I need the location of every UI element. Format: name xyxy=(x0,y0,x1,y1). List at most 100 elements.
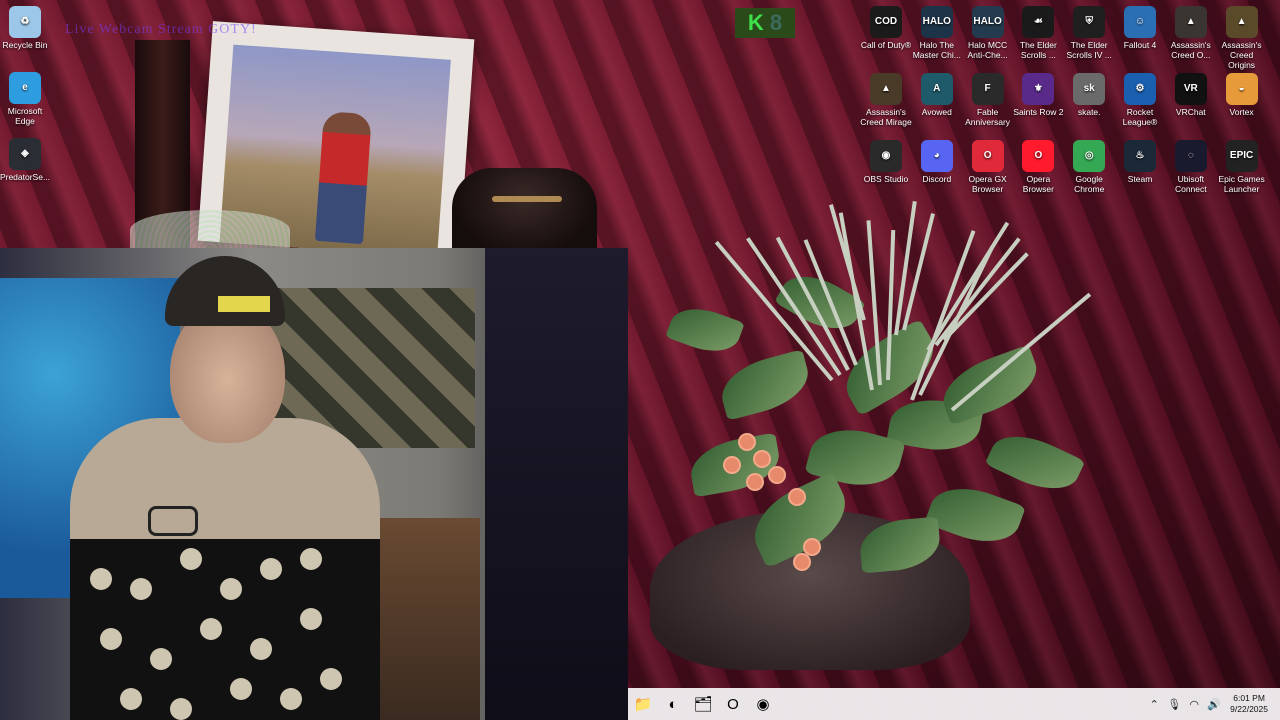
taskbar-obs-button[interactable]: ◉ xyxy=(748,690,778,718)
desktop-icon-right[interactable]: ◉ OBS Studio xyxy=(860,140,912,184)
desktop-icon-label: Assassin's Creed Origins xyxy=(1221,40,1262,70)
app-icon: ◉ xyxy=(870,140,902,172)
desktop-icon-left[interactable]: e Microsoft Edge xyxy=(0,72,51,126)
webcam-cap-band xyxy=(218,296,270,312)
desktop-icon-right[interactable]: EPIC Epic Games Launcher xyxy=(1216,140,1268,194)
desktop-icon-right[interactable]: O Opera GX Browser xyxy=(962,140,1014,194)
desktop-icon-label: Google Chrome xyxy=(1074,174,1105,194)
desktop-icon-right[interactable]: ☙ The Elder Scrolls ... xyxy=(1012,6,1064,60)
app-icon: ☙ xyxy=(1022,6,1055,38)
folder-icon: 🗂 xyxy=(693,696,713,713)
desktop-icon-right[interactable]: ⚜ Saints Row 2 xyxy=(1012,73,1064,117)
desktop-icon-right[interactable]: VR VRChat xyxy=(1165,73,1217,117)
webcam-person-cap xyxy=(165,256,285,326)
webcam-shirt-badge xyxy=(148,506,198,536)
desktop-icon-right[interactable]: sk skate. xyxy=(1063,73,1115,117)
desktop-icon-right[interactable]: ♨ Steam xyxy=(1114,140,1166,184)
plant-flower xyxy=(725,458,739,472)
file-explorer-icon: 📁 xyxy=(633,696,653,713)
desktop-icon-right[interactable]: ◎ Google Chrome xyxy=(1063,140,1115,194)
chevron-up-icon[interactable]: ⌃ xyxy=(1144,698,1164,711)
desktop-icon-right[interactable]: ▲ Assassin's Creed Origins xyxy=(1216,6,1268,70)
desktop-icon-label: Opera GX Browser xyxy=(968,174,1007,194)
desktop-icon-right[interactable]: ▲ Assassin's Creed Mirage xyxy=(860,73,912,127)
desktop-icon-label: Assassin's Creed Mirage xyxy=(860,107,912,127)
taskbar-file-explorer-button[interactable]: 📁 xyxy=(628,690,658,718)
plant-leaf xyxy=(984,423,1086,502)
desktop-icon-label: The Elder Scrolls ... xyxy=(1019,40,1057,60)
desktop-icon-right[interactable]: ◕ Discord xyxy=(911,140,963,184)
desktop-icon-right[interactable]: ◒ Vortex xyxy=(1216,73,1268,117)
desktop-icon-right[interactable]: ⛨ The Elder Scrolls IV ... xyxy=(1063,6,1115,60)
webcam-door xyxy=(485,248,628,720)
desktop-icon-right[interactable]: O Opera Browser xyxy=(1012,140,1064,194)
plant-flower xyxy=(795,555,809,569)
app-icon: O xyxy=(971,140,1004,172)
app-icon: ◌ xyxy=(1174,140,1207,172)
app-icon: VR xyxy=(1174,73,1207,105)
desktop-icon-label: Fable Anniversary xyxy=(965,107,1011,127)
plant-flower xyxy=(755,452,769,466)
stream-logo-ghost: 8 xyxy=(769,10,783,35)
shirt-pattern-coin xyxy=(250,638,272,660)
taskbar: 📁 ◐ 🗂 O ◉ ⌃ 🎙 ◠ 🔊 6:01 PM 9/22/2025 xyxy=(628,688,1280,720)
taskbar-folder-button[interactable]: 🗂 xyxy=(688,690,718,718)
taskbar-clock[interactable]: 6:01 PM 9/22/2025 xyxy=(1230,693,1268,715)
desktop-icon-right[interactable]: ☺ Fallout 4 xyxy=(1114,6,1166,50)
desktop-icon-right[interactable]: ⚙ Rocket League® xyxy=(1114,73,1166,127)
app-icon: ♻ xyxy=(9,6,41,38)
desktop-icon-label: Epic Games Launcher xyxy=(1218,174,1265,194)
system-tray: ⌃ 🎙 ◠ 🔊 6:01 PM 9/22/2025 xyxy=(1144,688,1280,720)
plant-flower xyxy=(805,540,819,554)
microphone-icon[interactable]: 🎙 xyxy=(1164,698,1184,711)
app-icon: HALO xyxy=(920,6,953,38)
app-icon: ▲ xyxy=(1174,6,1207,38)
desktop-icon-label: The Elder Scrolls IV ... xyxy=(1066,40,1112,60)
plant-leaf xyxy=(665,299,745,361)
desktop-icon-label: Assassin's Creed O... xyxy=(1170,40,1211,60)
taskbar-edge-button[interactable]: ◐ xyxy=(658,690,688,718)
app-icon: sk xyxy=(1073,73,1106,105)
shirt-pattern-coin xyxy=(120,688,142,710)
shirt-pattern-coin xyxy=(320,668,342,690)
desktop-icon-right[interactable]: COD Call of Duty® xyxy=(860,6,912,50)
shirt-pattern-coin xyxy=(90,568,112,590)
desktop-icon-right[interactable]: A Avowed xyxy=(911,73,963,117)
wifi-icon[interactable]: ◠ xyxy=(1184,698,1204,711)
app-icon: ⚜ xyxy=(1022,73,1055,105)
shirt-pattern-coin xyxy=(130,578,152,600)
desktop-icon-right[interactable]: HALO Halo MCC Anti-Che... xyxy=(962,6,1014,60)
desktop-icon-left[interactable]: ◈ PredatorSe... xyxy=(0,138,51,182)
desktop-icon-label: VRChat xyxy=(1175,107,1206,117)
desktop-icon-left[interactable]: ♻ Recycle Bin xyxy=(0,6,51,50)
plant-blade xyxy=(934,237,1021,347)
shirt-pattern-coin xyxy=(220,578,242,600)
app-icon: A xyxy=(920,73,953,105)
shirt-pattern-coin xyxy=(300,608,322,630)
desktop-icon-right[interactable]: ◌ Ubisoft Connect xyxy=(1165,140,1217,194)
app-icon: ◒ xyxy=(1225,73,1258,105)
stream-overlay-text: Live Webcam Stream GOTY! xyxy=(65,22,257,37)
volume-icon[interactable]: 🔊 xyxy=(1204,698,1224,711)
desktop-icon-label: Fallout 4 xyxy=(1123,40,1157,50)
desktop-icon-right[interactable]: HALO Halo The Master Chi... xyxy=(911,6,963,60)
clock-date: 9/22/2025 xyxy=(1230,704,1268,714)
app-icon: ◈ xyxy=(9,138,41,170)
app-icon: ◕ xyxy=(920,140,953,172)
taskbar-opera-gx-button[interactable]: O xyxy=(718,690,748,718)
plant-flower xyxy=(790,490,804,504)
clock-time: 6:01 PM xyxy=(1233,693,1265,703)
desktop-icon-label: Call of Duty® xyxy=(860,40,912,50)
desktop-icon-right[interactable]: ▲ Assassin's Creed O... xyxy=(1165,6,1217,60)
plant-flower xyxy=(740,435,754,449)
app-icon: e xyxy=(9,72,41,104)
app-icon: F xyxy=(971,73,1004,105)
taskbar-buttons: 📁 ◐ 🗂 O ◉ xyxy=(628,690,778,718)
shirt-pattern-coin xyxy=(150,648,172,670)
plant-flower xyxy=(770,468,784,482)
app-icon: EPIC xyxy=(1225,140,1258,172)
desktop-icon-right[interactable]: F Fable Anniversary xyxy=(962,73,1014,127)
stream-logo: K8 xyxy=(735,8,795,38)
plant-blade xyxy=(902,213,935,331)
opera-gx-icon: O xyxy=(727,695,739,713)
